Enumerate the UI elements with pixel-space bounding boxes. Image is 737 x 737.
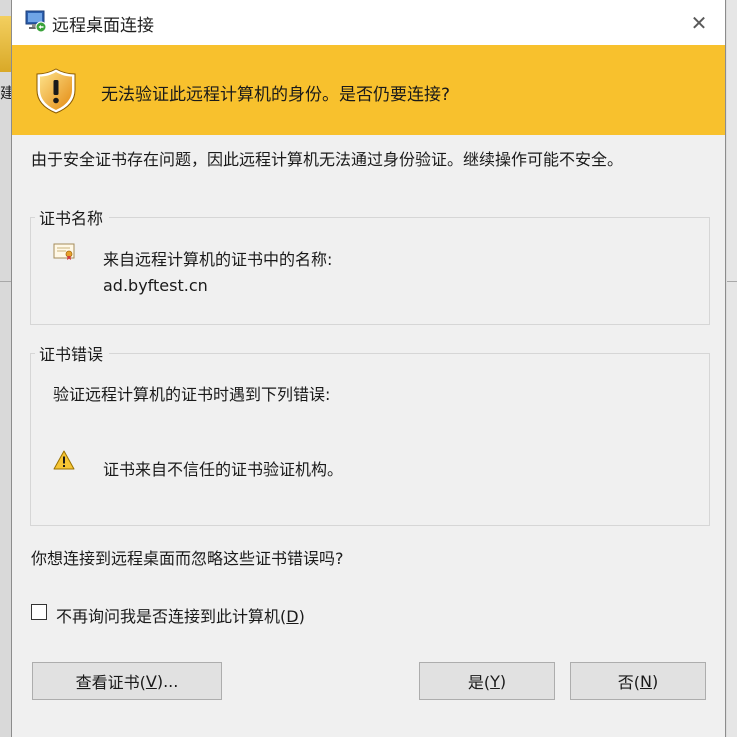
close-icon: ✕ [690,10,708,35]
banner-message: 无法验证此远程计算机的身份。是否仍要连接? [101,85,451,105]
security-warning-shield-icon [36,68,76,114]
certificate-error-item: 证书来自不信任的证书验证机构。 [103,460,344,479]
certificate-errors-intro: 验证远程计算机的证书时遇到下列错误: [53,385,331,404]
certificate-name-legend: 证书名称 [39,209,104,228]
remote-desktop-app-icon [25,10,47,33]
close-button[interactable]: ✕ [679,6,719,39]
certificate-name-label: 来自远程计算机的证书中的名称: [103,250,333,269]
background-window [727,0,737,737]
warning-banner: 无法验证此远程计算机的身份。是否仍要连接? [12,45,725,135]
screen: 建 远程桌面连接 ✕ 无法验证此远程计算机的身份。是否仍要连接? 由于安全证书存… [0,0,737,737]
view-certificate-button[interactable]: 查看证书(V)... [32,662,222,700]
certificate-errors-legend: 证书错误 [39,345,104,364]
desktop-folder-icon[interactable] [0,16,11,72]
certificate-errors-group: 证书错误 [30,341,710,526]
certificate-name-value: ad.byftest.cn [103,276,208,295]
dont-ask-again-checkbox[interactable] [31,604,47,620]
no-button[interactable]: 否(N) [570,662,706,700]
warning-triangle-icon [53,450,75,470]
window-title: 远程桌面连接 [52,16,154,36]
certificate-icon [53,243,75,260]
title-bar[interactable]: 远程桌面连接 ✕ [12,0,725,45]
yes-button[interactable]: 是(Y) [419,662,555,700]
dont-ask-again-label[interactable]: 不再询问我是否连接到此计算机(D) [56,603,305,627]
background-window-edge [727,281,737,282]
ignore-errors-question: 你想连接到远程桌面而忽略这些证书错误吗? [31,549,344,568]
warning-description: 由于安全证书存在问题，因此远程计算机无法通过身份验证。继续操作可能不安全。 [31,150,624,169]
